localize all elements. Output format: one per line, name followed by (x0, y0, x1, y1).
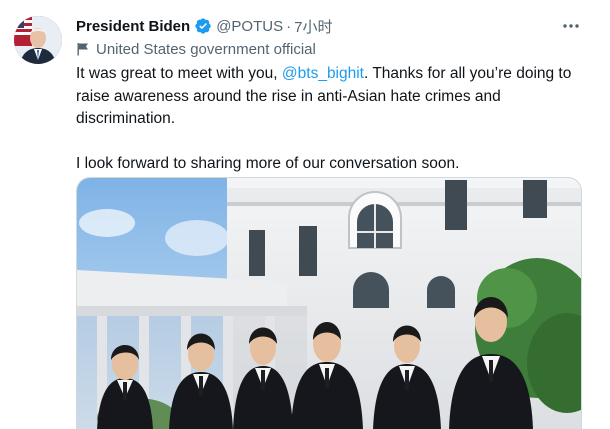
tweet-header: President Biden @POTUS · 7小时 (76, 15, 332, 37)
tweet-paragraph-1: It was great to meet with you, @bts_bigh… (76, 63, 591, 131)
government-label[interactable]: United States government official (76, 39, 316, 59)
tweet-media-photo[interactable] (76, 177, 582, 429)
author-handle[interactable]: @POTUS (216, 18, 283, 35)
author-avatar[interactable] (14, 16, 62, 64)
header-separator: · (286, 17, 292, 35)
tweet-text: It was great to meet with you, @bts_bigh… (76, 63, 591, 175)
government-flag-icon (76, 42, 90, 56)
tweet-text-segment: It was great to meet with you, (76, 65, 282, 82)
author-display-name[interactable]: President Biden (76, 18, 190, 35)
tweet-timestamp[interactable]: 7小时 (294, 16, 332, 37)
more-options-icon[interactable] (560, 16, 582, 36)
tweet-paragraph-2: I look forward to sharing more of our co… (76, 154, 460, 172)
tweet[interactable]: President Biden @POTUS · 7小时 United Stat… (0, 0, 610, 429)
government-label-text: United States government official (96, 40, 316, 58)
verified-badge-icon (194, 17, 212, 35)
mention-link[interactable]: @bts_bighit (282, 65, 364, 82)
